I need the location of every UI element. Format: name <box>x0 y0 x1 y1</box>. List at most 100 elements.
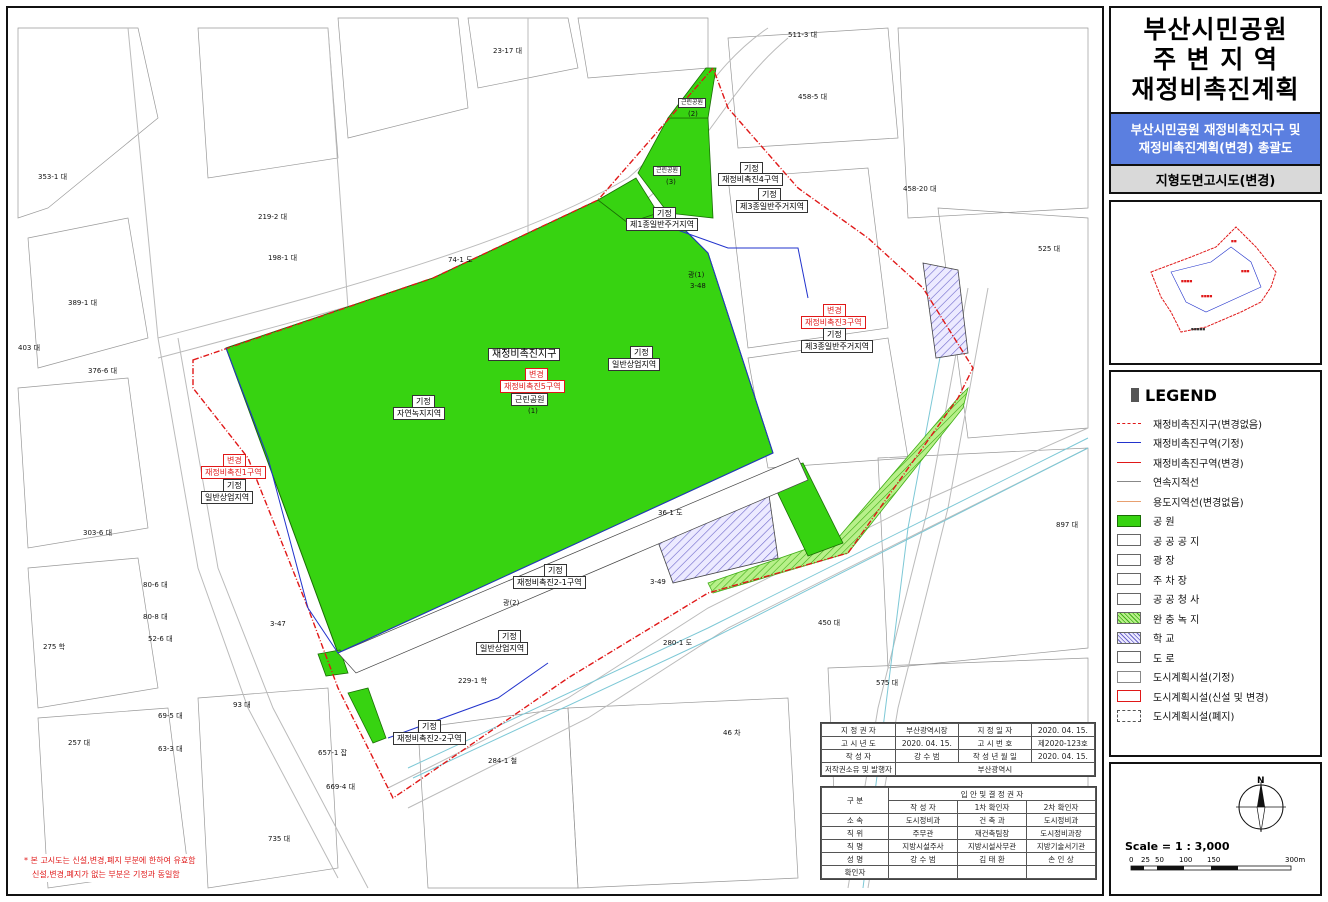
legend-label: 재정비촉진구역(기정) <box>1153 439 1244 450</box>
legend-symbol <box>1117 651 1141 663</box>
legend-item: 학 교 <box>1117 631 1175 645</box>
scale-tick-label: 150 <box>1207 856 1221 864</box>
info-row: 고 시 년 도 2020. 04. 15. 고 시 번 호 제2020-123호 <box>821 736 1095 750</box>
parcel-label: 23-17 대 <box>493 47 523 55</box>
legend-label: 공 공 공 지 <box>1153 536 1200 548</box>
legend-symbol <box>1117 534 1141 546</box>
scale-drawing <box>1130 782 1292 871</box>
scale-tick-label: 300m <box>1285 856 1306 864</box>
parcel-label: 219-2 대 <box>258 213 288 221</box>
title-line-2: 주 변 지 역 <box>1152 45 1279 74</box>
info-cell: 부산광역시 <box>894 762 1095 776</box>
legend-item: 도시계획시설(기정) <box>1117 670 1234 684</box>
parcel-label: 198-1 대 <box>268 254 298 262</box>
key-map[interactable]: ■■■■ ■■ ■■■ ■■■■ ■■■■■ <box>1109 200 1322 365</box>
svg-text:■■■: ■■■ <box>1241 269 1250 273</box>
approval-cell: 구 분 <box>821 787 889 814</box>
label-road1: 광(1) <box>688 271 705 279</box>
parcel-label: 657-1 잡 <box>318 749 348 757</box>
parcel-label: 669-4 대 <box>326 783 356 791</box>
parcel-label: 458-5 대 <box>798 93 828 101</box>
parcel-label: 46 차 <box>723 729 741 737</box>
legend-label: 용도지역선(변경없음) <box>1153 497 1244 509</box>
legend-symbol <box>1117 709 1141 722</box>
approval-header-row: 구 분입 안 및 결 정 권 자 <box>821 787 1096 814</box>
label-commercial-c: 일반상업지역 <box>476 642 529 655</box>
label-zone2-1: 재정비촉진2-1구역 <box>513 576 586 589</box>
approval-cell: 손 인 상 <box>1026 852 1096 866</box>
legend-item: 재정비촉진지구(변경없음) <box>1117 416 1263 431</box>
label-zone5: 재정비촉진5구역 <box>500 380 565 393</box>
parcel-label: 229-1 학 <box>458 677 488 685</box>
label-commercial-b: 일반상업지역 <box>201 491 254 504</box>
parcel-label: 280-1 도 <box>663 639 693 647</box>
legend-symbol <box>1117 422 1141 424</box>
legend-item: 완 충 녹 지 <box>1117 611 1199 626</box>
legend-symbol <box>1117 481 1141 482</box>
parcel-label: 389-1 대 <box>68 299 98 307</box>
legend-label: 공 원 <box>1153 517 1175 528</box>
label-residential1: 제1종일반주거지역 <box>626 218 698 231</box>
approval-cell: 소 속 <box>821 813 889 827</box>
legend-label: 재정비촉진지구(변경없음) <box>1153 419 1263 431</box>
approval-cell: 주무관 <box>888 826 958 840</box>
label-road5: 3-47 <box>270 620 286 628</box>
approval-cell: 성 명 <box>821 852 889 866</box>
scale-tick-label: 50 <box>1155 856 1164 864</box>
legend-symbol <box>1117 553 1141 566</box>
parcel-label: 735 대 <box>268 835 291 843</box>
legend-item: 주 차 장 <box>1117 572 1187 587</box>
legend-label: 공 공 청 사 <box>1153 595 1200 606</box>
legend-item: 재정비촉진구역(변경) <box>1117 455 1244 470</box>
parcel-label: 36-1 도 <box>658 509 683 517</box>
legend-label: 도시계획시설(기정) <box>1153 673 1235 684</box>
label-road3: 3-48 <box>690 282 706 290</box>
svg-text:■■■■: ■■■■ <box>1181 279 1193 283</box>
approval-cell: 도시정비과장 <box>1026 826 1096 840</box>
legend-item: 공 원 <box>1117 514 1175 528</box>
parcel-label: 74-1 도 <box>448 256 473 264</box>
approval-cell: 도시정비과 <box>1026 813 1096 827</box>
legend-symbol <box>1117 690 1141 702</box>
legend-label: 광 장 <box>1153 556 1175 567</box>
map-name: 지형도면고시도(변경) <box>1109 166 1322 194</box>
info-row: 작 성 자강 수 범작 성 년 월 일 2020. 04. 15. <box>821 749 1095 763</box>
legend-symbol <box>1117 573 1141 585</box>
info-cell: 2020. 04. 15. <box>1030 723 1095 737</box>
label-park-small-b: 근린공원 <box>653 166 682 176</box>
parcel-label: 353-1 대 <box>38 173 68 181</box>
label-zone2-2: 재정비촉진2-2구역 <box>393 732 466 745</box>
approval-row: 직 명 지방시설주사 지방시설사무관 지방기술서기관 <box>821 839 1096 853</box>
label-park-small-a: 근린공원 <box>678 98 707 108</box>
map-panel[interactable]: 재정비촉진지구 변경 재정비촉진5구역 근린공원 (1) 기정 자연녹지지역 기… <box>6 6 1104 896</box>
legend-item: 도 로 <box>1117 650 1175 665</box>
approval-table: 구 분입 안 및 결 정 권 자작 성 자 1차 확인자 2차 확인자 소 속 도시정비… <box>821 787 1096 879</box>
parcel-label: 897 대 <box>1056 521 1079 529</box>
approval-cell: 재건축팀장 <box>957 826 1027 840</box>
info-row: 저작권소유 및 발행자 부산광역시 <box>821 762 1095 776</box>
approval-row: 성 명강 수 범김 태 환손 인 상 <box>821 852 1096 866</box>
parcel-label: 458-20 대 <box>903 185 937 193</box>
legend-item: 도시계획시설(신설 및 변경) <box>1117 689 1268 704</box>
approval-cell: 확인자 <box>821 865 889 879</box>
scale-bar <box>1130 865 1292 871</box>
label-residential3b: 제3종일반주거지역 <box>801 340 873 353</box>
label-road4: 3-49 <box>650 578 666 586</box>
info-cell: 작 성 년 월 일 <box>957 749 1032 763</box>
info-cell: 제2020-123호 <box>1030 736 1095 750</box>
title-line-1: 부산시민공원 <box>1143 15 1288 44</box>
title-line-3: 재정비촉진계획 <box>1131 75 1300 104</box>
legend-symbol <box>1117 592 1141 605</box>
info-cell: 지 정 일 자 <box>957 723 1032 737</box>
svg-text:■■■■: ■■■■ <box>1201 294 1213 298</box>
legend-title: LEGEND <box>1131 386 1217 405</box>
parcel-label: 403 대 <box>18 344 41 352</box>
info-cell: 작 성 자 <box>821 749 896 763</box>
info-cell: 2020. 04. 15. <box>1030 749 1095 763</box>
approval-cell: 1차 확인자 <box>957 800 1027 814</box>
scale-tick-label: 25 <box>1141 856 1150 864</box>
scale-tick-label: 0 <box>1129 856 1134 864</box>
label-park: 근린공원 <box>511 393 549 406</box>
parcel-label: 275 학 <box>43 643 66 651</box>
approval-cell: 2차 확인자 <box>1026 800 1096 814</box>
